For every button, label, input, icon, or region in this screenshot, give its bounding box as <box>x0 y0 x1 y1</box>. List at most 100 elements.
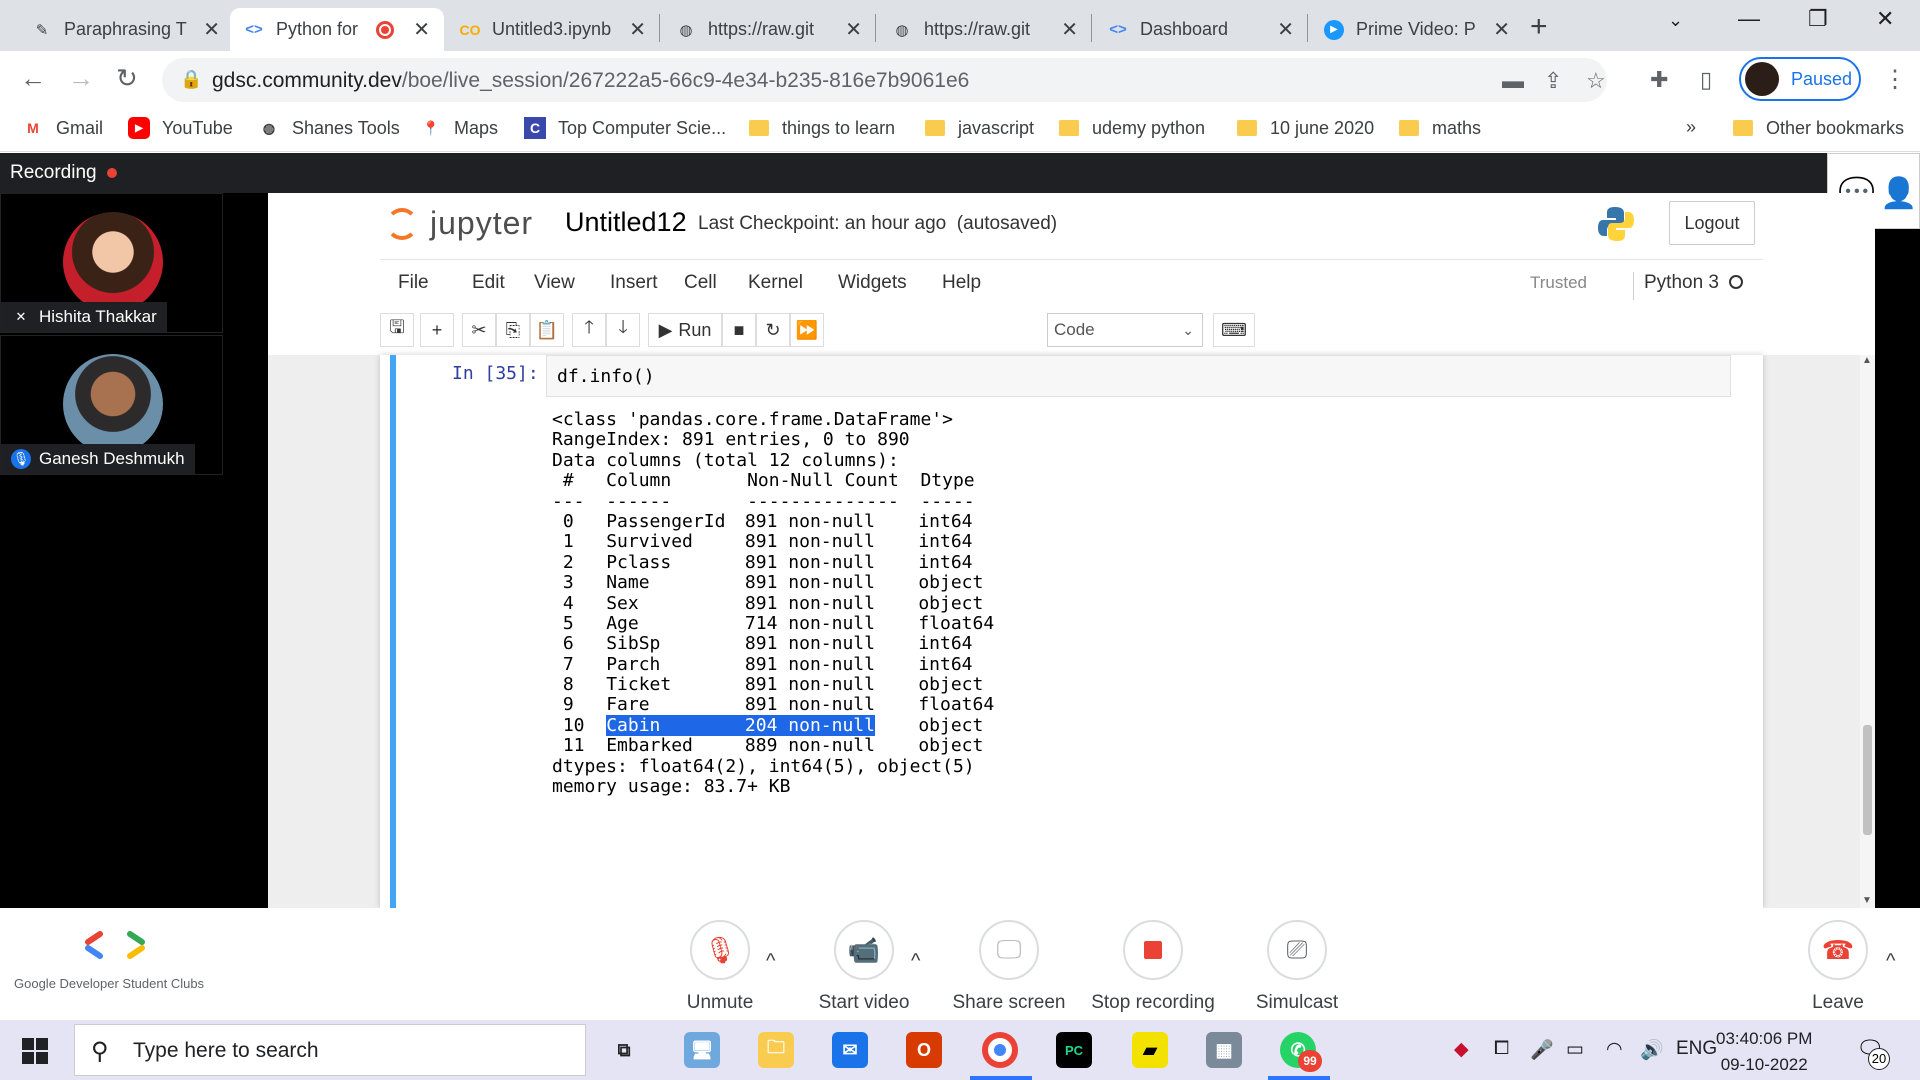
more-options-caret[interactable]: ^ <box>1886 950 1895 973</box>
insert-cell-icon[interactable]: + <box>420 313 454 347</box>
menu-insert[interactable]: Insert <box>610 272 658 294</box>
clock[interactable]: 03:40:06 PM 09-10-2022 <box>1716 1026 1812 1078</box>
back-icon[interactable]: ← <box>20 63 46 94</box>
menu-widgets[interactable]: Widgets <box>838 272 907 294</box>
forward-icon[interactable]: → <box>68 63 94 94</box>
jupyter-logo[interactable]: jupyter <box>386 205 533 242</box>
tab-untitled3[interactable]: CO Untitled3.ipynb ✕ <box>446 8 660 51</box>
scrollbar[interactable]: ▲ ▼ <box>1860 355 1875 908</box>
bookmark-maths[interactable]: maths <box>1398 117 1481 139</box>
bookmark-udemy-python[interactable]: udemy python <box>1058 117 1205 139</box>
office-icon[interactable]: O <box>906 1032 942 1068</box>
tab-python-for[interactable]: <> Python for ✕ <box>230 8 444 51</box>
wifi-icon[interactable]: ◠ <box>1606 1038 1623 1061</box>
bookmark-maps[interactable]: 📍 Maps <box>420 117 498 139</box>
side-panel-icon[interactable]: ▯ <box>1700 67 1712 93</box>
cell-type-select[interactable]: Code ⌄ <box>1047 313 1203 347</box>
tab-dashboard[interactable]: <> Dashboard ✕ <box>1094 8 1308 51</box>
notebook-title[interactable]: Untitled12 <box>565 207 687 238</box>
menu-help[interactable]: Help <box>942 272 981 294</box>
close-tab-icon[interactable]: ✕ <box>203 17 220 42</box>
sticky-notes-icon[interactable]: ▰ <box>1132 1032 1168 1068</box>
stop-icon[interactable]: ■ <box>722 313 756 347</box>
language-indicator[interactable]: ENG <box>1676 1038 1717 1060</box>
scroll-thumb[interactable] <box>1863 725 1872 835</box>
tab-raw-github-2[interactable]: ◍ https://raw.git ✕ <box>878 8 1092 51</box>
save-icon[interactable]: 🖫 <box>380 313 414 347</box>
bookmark-javascript[interactable]: javascript <box>924 117 1034 139</box>
run-button[interactable]: ▶ Run <box>648 313 722 347</box>
pycharm-icon[interactable]: PC <box>1056 1032 1092 1068</box>
meet-now-icon[interactable]: ⧠ <box>1494 1038 1509 1060</box>
close-tab-icon[interactable]: ✕ <box>1493 17 1510 42</box>
camera-icon[interactable]: ▬ <box>1502 68 1524 94</box>
close-window-icon[interactable]: ✕ <box>1876 6 1894 32</box>
share-screen-button[interactable]: 🖵 Share screen <box>939 920 1079 1014</box>
scroll-down-icon[interactable]: ▼ <box>1862 895 1872 906</box>
bookmark-youtube[interactable]: ▶ YouTube <box>128 117 233 139</box>
menu-edit[interactable]: Edit <box>472 272 505 294</box>
paste-icon[interactable]: 📋 <box>530 313 564 347</box>
new-tab-button[interactable]: + <box>1530 10 1548 44</box>
participant-tile[interactable]: ✕ Hishita Thakkar <box>0 193 223 333</box>
stop-recording-button[interactable]: Stop recording <box>1083 920 1223 1014</box>
file-explorer-icon[interactable]: 🗀 <box>758 1032 794 1068</box>
chrome-icon[interactable] <box>982 1032 1018 1068</box>
bookmark-10-june[interactable]: 10 june 2020 <box>1236 117 1374 139</box>
tab-search-icon[interactable]: ⌄ <box>1668 10 1683 31</box>
bookmark-things-to-learn[interactable]: things to learn <box>748 117 895 139</box>
whatsapp-icon[interactable]: ✆ 99 <box>1280 1032 1322 1072</box>
menu-cell[interactable]: Cell <box>684 272 717 294</box>
menu-file[interactable]: File <box>398 272 429 294</box>
battery-icon[interactable]: ▭ <box>1566 1038 1584 1061</box>
simulcast-button[interactable]: ⎚ Simulcast <box>1227 920 1367 1014</box>
notification-center[interactable]: 🗨 20 <box>1856 1036 1890 1070</box>
menu-view[interactable]: View <box>534 272 575 294</box>
close-tab-icon[interactable]: ✕ <box>845 17 862 42</box>
code-cell[interactable]: In [35]: df.info() <class 'pandas.core.f… <box>390 355 1753 908</box>
close-tab-icon[interactable]: ✕ <box>1277 17 1294 42</box>
reload-icon[interactable]: ↻ <box>116 63 138 94</box>
calculator-icon[interactable]: ▦ <box>1206 1032 1242 1068</box>
copy-icon[interactable]: ⎘ <box>496 313 530 347</box>
mail-icon[interactable]: ✉ <box>832 1032 868 1068</box>
windows-start-icon[interactable] <box>22 1038 48 1064</box>
task-view-icon[interactable]: ⧉ <box>606 1032 642 1068</box>
profile-paused-button[interactable]: Paused <box>1739 57 1861 101</box>
restart-icon[interactable]: ↻ <box>756 313 790 347</box>
microphone-icon[interactable]: 🎤 <box>1530 1038 1554 1062</box>
restore-icon[interactable]: ❐ <box>1808 6 1828 32</box>
address-bar[interactable]: 🔒 gdsc.community.dev/boe/live_session/26… <box>162 58 1607 102</box>
bookmark-top-cs[interactable]: C Top Computer Scie... <box>524 117 726 139</box>
close-tab-icon[interactable]: ✕ <box>413 17 430 42</box>
bookmarks-overflow[interactable]: » <box>1686 117 1696 138</box>
bookmark-other[interactable]: Other bookmarks <box>1732 117 1904 139</box>
share-icon[interactable]: ⇪ <box>1544 68 1562 94</box>
trusted-indicator[interactable]: Trusted <box>1530 273 1587 293</box>
move-up-icon[interactable]: 🡑 <box>572 313 606 347</box>
logout-button[interactable]: Logout <box>1669 201 1755 245</box>
menu-kernel[interactable]: Kernel <box>748 272 803 294</box>
taskbar-search[interactable]: ⚲ Type here to search <box>74 1024 586 1076</box>
keyboard-icon[interactable]: ⌨ <box>1213 313 1255 347</box>
minimize-icon[interactable]: — <box>1738 6 1760 32</box>
fast-forward-icon[interactable]: ⏩ <box>790 313 824 347</box>
cut-icon[interactable]: ✂ <box>462 313 496 347</box>
bookmark-star-icon[interactable]: ☆ <box>1586 68 1606 94</box>
chrome-menu-icon[interactable]: ⋮ <box>1883 65 1907 94</box>
participants-icon[interactable]: 👤 <box>1880 176 1917 211</box>
extensions-icon[interactable]: ✚ <box>1650 67 1668 93</box>
cell-input[interactable]: df.info() <box>546 355 1731 397</box>
bookmark-shanes-tools[interactable]: ◍ Shanes Tools <box>258 117 400 139</box>
scroll-up-icon[interactable]: ▲ <box>1862 355 1872 366</box>
tab-raw-github-1[interactable]: ◍ https://raw.git ✕ <box>662 8 876 51</box>
computer-icon[interactable]: 🖥 <box>684 1032 720 1068</box>
volume-icon[interactable]: 🔊 <box>1640 1038 1664 1062</box>
close-tab-icon[interactable]: ✕ <box>629 17 646 42</box>
antivirus-icon[interactable]: ◆ <box>1454 1038 1469 1061</box>
participant-tile[interactable]: 🎙 Ganesh Deshmukh <box>0 335 223 475</box>
tab-paraphrasing[interactable]: ✎ Paraphrasing T ✕ <box>18 8 234 51</box>
tab-prime-video[interactable]: ▶ Prime Video: P ✕ <box>1310 8 1524 51</box>
close-tab-icon[interactable]: ✕ <box>1061 17 1078 42</box>
video-options-caret[interactable]: ^ <box>911 950 920 973</box>
